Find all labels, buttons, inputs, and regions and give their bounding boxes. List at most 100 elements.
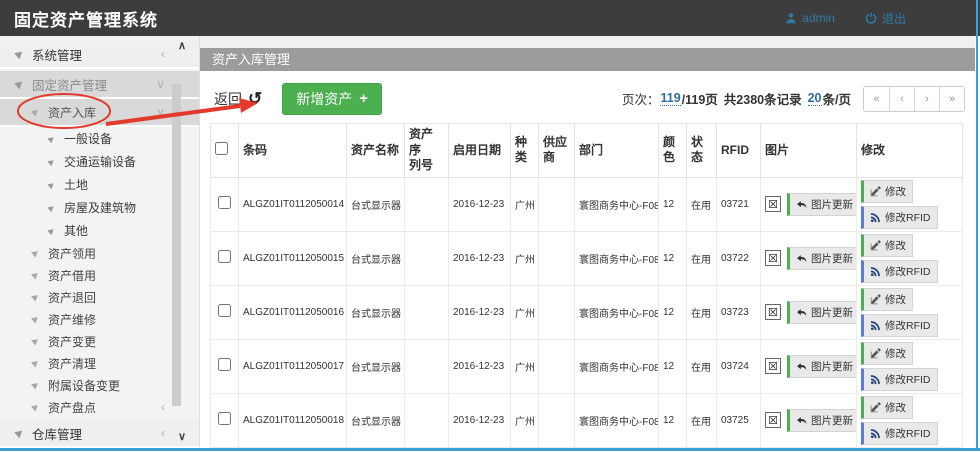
sidebar-menu: 系统管理 ‹ 固定资产管理 ∨ 资产入库 ∨ 一般设备 交通运输设备 土地 房屋…: [0, 41, 199, 448]
cell-start-date: 2016-12-23: [449, 231, 511, 285]
cell-department: 寰图商务中心-F08: [575, 285, 659, 339]
page-size-link[interactable]: 20: [808, 91, 822, 106]
scroll-down-icon[interactable]: ∨: [178, 430, 186, 443]
total-pages: /119页: [682, 89, 718, 108]
table-row: ALGZ01IT0112050015 台式显示器 2016-12-23 广州 寰…: [211, 231, 963, 285]
reply-arrow-icon: [796, 415, 807, 426]
row-checkbox[interactable]: [218, 196, 231, 209]
current-page-link[interactable]: 119: [660, 91, 680, 106]
prev-page-button[interactable]: ‹: [889, 87, 914, 111]
cell-barcode: ALGZ01IT0112050014: [239, 177, 347, 231]
col-header-start-date: 启用日期: [449, 124, 511, 178]
picture-update-button[interactable]: 图片更新: [787, 193, 857, 216]
cell-start-date: 2016-12-23: [449, 285, 511, 339]
cell-color: 12: [659, 177, 687, 231]
undo-icon: ↺: [248, 90, 262, 107]
add-asset-label: 新增资产: [296, 89, 352, 109]
cell-status: 在用: [687, 339, 717, 393]
table-row: ALGZ01IT0112050017 台式显示器 2016-12-23 广州 寰…: [211, 339, 963, 393]
cell-department: 寰图商务中心-F08: [575, 231, 659, 285]
row-checkbox[interactable]: [218, 412, 231, 425]
edit-button[interactable]: 修改: [861, 396, 913, 419]
table-row: ALGZ01IT0112050016 台式显示器 2016-12-23 广州 寰…: [211, 285, 963, 339]
cell-asset-name: 台式显示器: [347, 177, 405, 231]
first-page-button[interactable]: «: [864, 87, 889, 111]
edit-rfid-button[interactable]: 修改RFID: [861, 314, 938, 337]
picture-update-button[interactable]: 图片更新: [787, 301, 857, 324]
sidebar-item[interactable]: 其他: [0, 219, 199, 242]
toolbar: 返回 ↺ 新增资产 + 页次： 119 /119页 共2380条记录 20 条/…: [210, 85, 965, 112]
sidebar-item[interactable]: 房屋及建筑物: [0, 196, 199, 219]
cell-category: 广州: [511, 231, 539, 285]
sidebar-item[interactable]: 资产入库 ∨: [0, 99, 199, 127]
location-arrow-icon: [31, 314, 40, 323]
sidebar-item[interactable]: 资产清理: [0, 352, 199, 374]
next-page-button[interactable]: ›: [914, 87, 939, 111]
edit-rfid-label: 修改RFID: [885, 264, 931, 279]
edit-button[interactable]: 修改: [861, 342, 913, 365]
edit-rfid-button[interactable]: 修改RFID: [861, 422, 938, 445]
pagination: 页次： 119 /119页 共2380条记录 20 条/页 « ‹ › »: [622, 86, 965, 112]
edit-rfid-button[interactable]: 修改RFID: [861, 206, 938, 229]
cell-start-date: 2016-12-23: [449, 177, 511, 231]
sidebar-item[interactable]: 固定资产管理 ∨: [0, 71, 199, 99]
sidebar-item[interactable]: 资产维修: [0, 308, 199, 330]
rfid-signal-icon: [870, 266, 881, 277]
location-arrow-icon: [14, 49, 25, 60]
picture-update-button[interactable]: 图片更新: [787, 247, 857, 270]
row-checkbox[interactable]: [218, 304, 231, 317]
location-arrow-icon: [31, 292, 40, 301]
add-asset-button[interactable]: 新增资产 +: [282, 83, 382, 115]
edit-button[interactable]: 修改: [861, 288, 913, 311]
sidebar-item[interactable]: 附属设备变更: [0, 374, 199, 396]
cell-barcode: ALGZ01IT0112050016: [239, 285, 347, 339]
sidebar-item[interactable]: 资产盘点 ‹: [0, 396, 199, 418]
edit-rfid-button[interactable]: 修改RFID: [861, 260, 938, 283]
cell-serial: [405, 177, 449, 231]
cell-modify: 修改 修改RFID: [857, 339, 963, 393]
edit-button[interactable]: 修改: [861, 180, 913, 203]
col-header-department: 部门: [575, 124, 659, 178]
edit-rfid-button[interactable]: 修改RFID: [861, 368, 938, 391]
sidebar: 系统管理 ‹ 固定资产管理 ∨ 资产入库 ∨ 一般设备 交通运输设备 土地 房屋…: [0, 36, 200, 448]
sidebar-item[interactable]: 土地: [0, 173, 199, 196]
section-title: 资产入库管理: [200, 48, 975, 71]
table-row: ALGZ01IT0112050014 台式显示器 2016-12-23 广州 寰…: [211, 177, 963, 231]
row-checkbox[interactable]: [218, 358, 231, 371]
sidebar-item[interactable]: 仓库管理 ‹: [0, 420, 199, 448]
cell-status: 在用: [687, 231, 717, 285]
back-button[interactable]: 返回 ↺: [210, 89, 266, 109]
row-checkbox[interactable]: [218, 250, 231, 263]
picture-update-button[interactable]: 图片更新: [787, 355, 857, 378]
select-all-checkbox[interactable]: [215, 142, 228, 155]
reply-arrow-icon: [796, 307, 807, 318]
back-label: 返回: [214, 89, 242, 109]
sidebar-item[interactable]: 资产退回: [0, 286, 199, 308]
cell-color: 12: [659, 339, 687, 393]
picture-update-button[interactable]: 图片更新: [787, 409, 857, 432]
sidebar-item[interactable]: 资产借用: [0, 264, 199, 286]
col-header-status: 状 态: [687, 124, 717, 178]
edit-rfid-label: 修改RFID: [885, 426, 931, 441]
sidebar-item[interactable]: 资产领用: [0, 242, 199, 264]
sidebar-item[interactable]: 系统管理 ‹: [0, 41, 199, 69]
location-arrow-icon: [47, 226, 55, 235]
sidebar-item[interactable]: 资产变更: [0, 330, 199, 352]
last-page-button[interactable]: »: [939, 87, 964, 111]
sidebar-scrollbar-thumb[interactable]: [172, 84, 181, 406]
scroll-up-icon[interactable]: ∧: [178, 39, 186, 52]
rfid-signal-icon: [870, 212, 881, 223]
logout-button[interactable]: 退出: [865, 10, 906, 27]
reply-arrow-icon: [796, 253, 807, 264]
picture-update-label: 图片更新: [811, 197, 853, 212]
cell-start-date: 2016-12-23: [449, 393, 511, 447]
sidebar-item[interactable]: 一般设备: [0, 127, 199, 150]
sidebar-item[interactable]: 交通运输设备: [0, 150, 199, 173]
app-window: 固定资产管理系统 admin 退出 系统管理 ‹ 固定资产管理 ∨ 资产入库 ∨…: [0, 0, 980, 452]
cell-barcode: ALGZ01IT0112050015: [239, 231, 347, 285]
cell-asset-name: 台式显示器: [347, 339, 405, 393]
cell-category: 广州: [511, 177, 539, 231]
user-menu[interactable]: admin: [785, 11, 835, 25]
edit-button[interactable]: 修改: [861, 234, 913, 257]
cell-serial: [405, 231, 449, 285]
